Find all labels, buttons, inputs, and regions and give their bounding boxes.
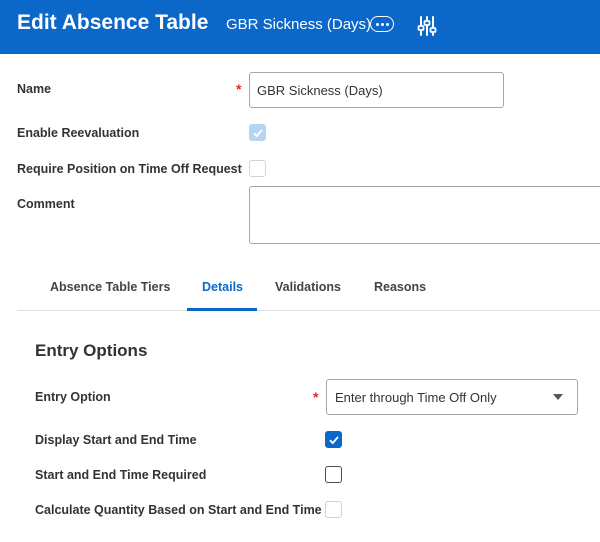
page-title: Edit Absence Table: [17, 11, 209, 34]
tab-bar: Absence Table Tiers Details Validations …: [17, 266, 600, 311]
start-end-required-label: Start and End Time Required: [35, 468, 207, 482]
checkmark-icon: [329, 436, 339, 445]
tab-reasons[interactable]: Reasons: [374, 280, 426, 294]
enable-reevaluation-checkbox: [249, 124, 266, 141]
comment-textarea[interactable]: [249, 186, 600, 244]
page-subtitle: GBR Sickness (Days): [226, 16, 372, 33]
page-header: Edit Absence Table GBR Sickness (Days): [0, 0, 600, 54]
require-position-label: Require Position on Time Off Request: [17, 162, 242, 176]
require-position-checkbox[interactable]: [249, 160, 266, 177]
active-tab-indicator: [187, 308, 257, 311]
entry-option-value: Enter through Time Off Only: [335, 389, 497, 405]
name-input[interactable]: GBR Sickness (Days): [249, 72, 504, 108]
section-title: Entry Options: [35, 341, 148, 360]
required-marker: *: [313, 389, 319, 405]
tab-validations[interactable]: Validations: [275, 280, 341, 294]
enable-reevaluation-label: Enable Reevaluation: [17, 126, 140, 140]
checkmark-icon: [253, 129, 263, 138]
calculate-quantity-label: Calculate Quantity Based on Start and En…: [35, 503, 322, 517]
calculate-quantity-checkbox: [325, 501, 342, 518]
comment-label: Comment: [17, 197, 75, 211]
more-horizontal-icon[interactable]: [370, 16, 394, 32]
tab-absence-table-tiers[interactable]: Absence Table Tiers: [50, 280, 170, 294]
name-label: Name: [17, 82, 52, 96]
tab-details[interactable]: Details: [202, 280, 243, 294]
display-start-end-checkbox[interactable]: [325, 431, 342, 448]
chevron-down-icon: [553, 394, 563, 400]
entry-option-label: Entry Option: [35, 390, 111, 404]
required-marker: *: [236, 81, 242, 97]
entry-option-select[interactable]: Enter through Time Off Only: [326, 379, 578, 415]
display-start-end-label: Display Start and End Time: [35, 433, 197, 447]
start-end-required-checkbox[interactable]: [325, 466, 342, 483]
sliders-icon[interactable]: [417, 15, 437, 37]
